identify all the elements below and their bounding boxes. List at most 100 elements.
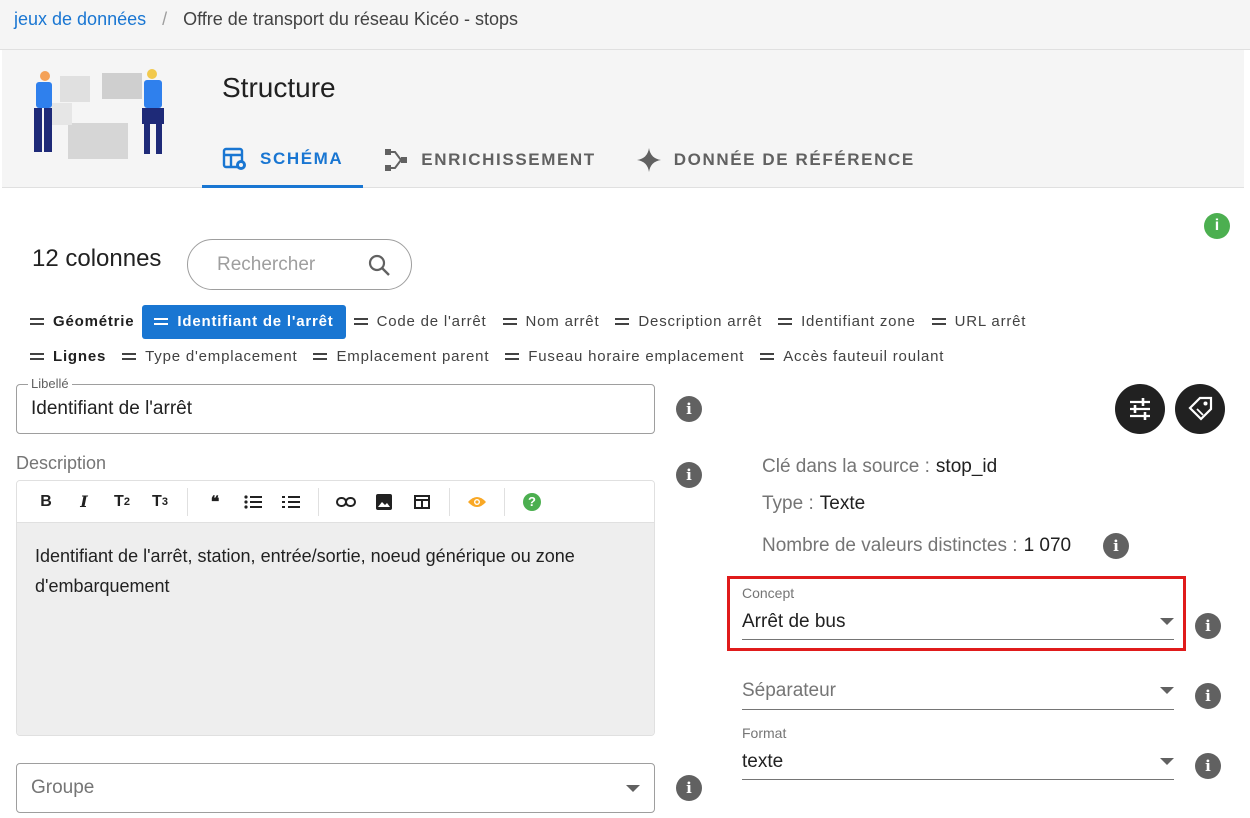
column-chip[interactable]: Type d'emplacement: [114, 340, 305, 374]
description-info-icon[interactable]: i: [676, 462, 702, 488]
column-chip-label: Identifiant zone: [801, 313, 916, 330]
search-icon: [368, 254, 390, 276]
description-textarea[interactable]: Identifiant de l'arrêt, station, entrée/…: [17, 523, 654, 735]
breadcrumb-separator: /: [162, 9, 168, 29]
source-key-row: Clé dans la source : stop_id: [762, 456, 997, 478]
tab-schema[interactable]: SCHÉMA: [202, 132, 364, 188]
distinct-values-value: 1 070: [1023, 535, 1072, 556]
help-icon: ?: [523, 492, 541, 511]
description-editor: B I T2 T3 ❝ ? Identifiant de l'arrêt, st…: [16, 480, 655, 736]
column-chip[interactable]: Code de l'arrêt: [346, 305, 495, 339]
column-chip-label: Description arrêt: [638, 313, 763, 330]
toolbar-divider: [449, 487, 450, 516]
help-button[interactable]: ?: [513, 483, 551, 521]
column-chip-label: URL arrêt: [954, 313, 1027, 330]
editor-toolbar: B I T2 T3 ❝ ?: [17, 481, 654, 523]
column-chip[interactable]: Identifiant zone: [770, 305, 924, 339]
column-chip[interactable]: Accès fauteuil roulant: [752, 340, 952, 374]
groupe-info-icon[interactable]: i: [676, 775, 702, 801]
libelle-value: Identifiant de l'arrêt: [31, 398, 192, 419]
italic-button[interactable]: I: [65, 483, 103, 521]
source-key-value: stop_id: [935, 456, 998, 477]
numbered-list-icon: [282, 495, 300, 508]
table-button[interactable]: [403, 483, 441, 521]
link-icon: [336, 496, 356, 507]
column-chip-label: Fuseau horaire emplacement: [528, 348, 745, 365]
text-lines-icon: [154, 318, 169, 325]
column-chip-label: Identifiant de l'arrêt: [177, 313, 334, 330]
text-lines-icon: [353, 318, 368, 325]
libelle-field[interactable]: Identifiant de l'arrêt: [16, 384, 655, 434]
numbered-list-button[interactable]: [272, 483, 310, 521]
sparkle-icon: [636, 148, 661, 172]
distinct-values-row: Nombre de valeurs distinctes :1 070: [762, 535, 1071, 557]
concept-select[interactable]: Arrêt de bus: [742, 604, 1174, 640]
text-lines-icon: [505, 353, 520, 360]
help-info-icon[interactable]: i: [1204, 213, 1230, 239]
heading2-button[interactable]: T2: [103, 483, 141, 521]
text-lines-icon: [502, 318, 517, 325]
column-chip-label: Nom arrêt: [525, 313, 600, 330]
column-chip[interactable]: Description arrêt: [607, 305, 770, 339]
tab-enrichissement-label: ENRICHISSEMENT: [421, 150, 596, 169]
text-lines-icon: [30, 353, 44, 360]
structure-header: Structure SCHÉMA ENRICHISSEMENT DONNÉE D…: [2, 50, 1244, 188]
column-chip-label: Lignes: [53, 348, 107, 365]
tab-donnee-reference[interactable]: DONNÉE DE RÉFÉRENCE: [616, 132, 935, 188]
format-select[interactable]: texte: [742, 744, 1174, 780]
column-chip[interactable]: Géométrie: [22, 305, 142, 339]
libelle-info-icon[interactable]: i: [676, 396, 702, 422]
search-input[interactable]: Rechercher: [187, 239, 412, 290]
bold-button[interactable]: B: [27, 483, 65, 521]
column-chip-selected[interactable]: Identifiant de l'arrêt: [142, 304, 346, 339]
column-chip[interactable]: Emplacement parent: [305, 340, 497, 374]
concept-label: Concept: [742, 585, 795, 601]
tune-icon: [1130, 398, 1150, 420]
breadcrumb-current: Offre de transport du réseau Kicéo - sto…: [183, 9, 518, 29]
dropdown-arrow-icon: [1160, 618, 1174, 625]
settings-button[interactable]: [1115, 384, 1165, 434]
eye-icon: [468, 496, 486, 507]
type-value: Texte: [819, 493, 866, 514]
image-button[interactable]: [365, 483, 403, 521]
tag-button[interactable]: [1175, 384, 1225, 434]
quote-button[interactable]: ❝: [196, 483, 234, 521]
merge-icon: [385, 149, 408, 171]
separator-info-icon[interactable]: i: [1195, 683, 1221, 709]
type-label: Type :: [762, 493, 814, 514]
text-lines-icon: [778, 318, 793, 325]
column-chip[interactable]: Fuseau horaire emplacement: [497, 340, 752, 374]
distinct-values-info-icon[interactable]: i: [1103, 533, 1129, 559]
heading3-button[interactable]: T3: [141, 483, 179, 521]
dropdown-arrow-icon: [626, 784, 640, 792]
dropdown-arrow-icon: [1160, 758, 1174, 765]
column-chip-label: Code de l'arrêt: [376, 313, 487, 330]
column-chip-label: Type d'emplacement: [145, 348, 298, 365]
tab-enrichissement[interactable]: ENRICHISSEMENT: [363, 132, 615, 188]
distinct-values-label: Nombre de valeurs distinctes :: [762, 535, 1018, 556]
link-button[interactable]: [327, 483, 365, 521]
breadcrumb: jeux de données / Offre de transport du …: [0, 0, 1250, 50]
column-chip-label: Emplacement parent: [336, 348, 490, 365]
toolbar-divider: [504, 487, 505, 516]
concept-info-icon[interactable]: i: [1195, 613, 1221, 639]
groupe-select[interactable]: Groupe: [16, 763, 655, 813]
type-row: Type : Texte: [762, 493, 865, 515]
bullet-list-button[interactable]: [234, 483, 272, 521]
column-chip[interactable]: URL arrêt: [924, 305, 1035, 339]
breadcrumb-root-link[interactable]: jeux de données: [14, 9, 146, 40]
separator-placeholder: Séparateur: [742, 679, 837, 701]
description-label: Description: [16, 453, 107, 473]
column-chip[interactable]: Lignes: [22, 340, 114, 374]
bullet-list-icon: [244, 494, 262, 509]
format-label: Format: [742, 725, 787, 741]
column-chip[interactable]: Nom arrêt: [495, 305, 608, 339]
preview-button[interactable]: [458, 483, 496, 521]
format-info-icon[interactable]: i: [1195, 753, 1221, 779]
toolbar-divider: [318, 487, 319, 516]
column-chip-label: Accès fauteuil roulant: [783, 348, 945, 365]
heading3-sub: 3: [161, 495, 168, 508]
table-icon: [414, 494, 430, 509]
groupe-placeholder: Groupe: [31, 777, 95, 798]
separator-select[interactable]: Séparateur: [742, 672, 1174, 710]
